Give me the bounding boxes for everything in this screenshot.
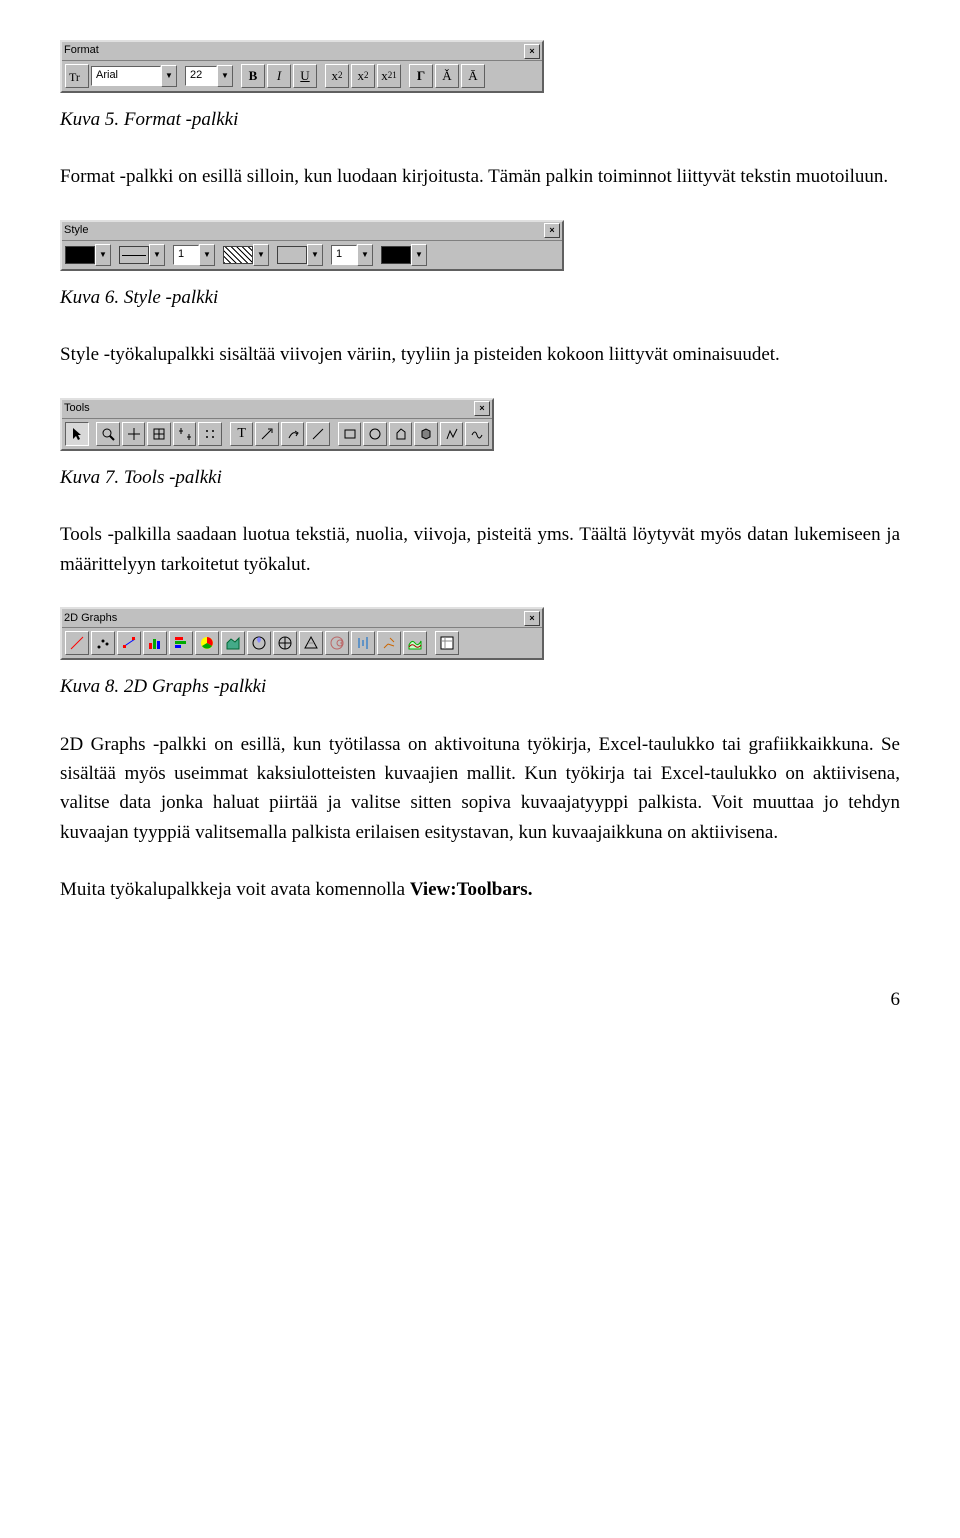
font-size-field[interactable]: 22	[185, 66, 217, 86]
paragraph-final: Muita työkalupalkkeja voit avata komenno…	[60, 875, 900, 904]
tools-titlebar[interactable]: Tools ×	[62, 400, 492, 419]
line-graph-button[interactable]	[65, 631, 89, 655]
hilo-button[interactable]	[351, 631, 375, 655]
paragraph-format: Format -palkki on esillä silloin, kun lu…	[60, 162, 900, 191]
circle-tool-button[interactable]	[363, 422, 387, 446]
final-bold: View:Toolbars.	[410, 879, 533, 900]
format-title: Format	[64, 42, 99, 59]
close-icon[interactable]: ×	[544, 223, 560, 238]
tools-toolbar: Tools × T	[60, 398, 494, 451]
graphs-title: 2D Graphs	[64, 610, 117, 627]
svg-text:Tr: Tr	[69, 70, 80, 83]
close-icon[interactable]: ×	[474, 401, 490, 416]
style-titlebar[interactable]: Style ×	[62, 222, 562, 241]
caption-6: Kuva 6. Style -palkki	[60, 283, 900, 312]
column-graph-button[interactable]	[143, 631, 167, 655]
close-icon[interactable]: ×	[524, 44, 540, 59]
font-name-field[interactable]: Arial	[91, 66, 161, 86]
dropdown-icon[interactable]: ▼	[199, 244, 215, 266]
point-color-combo[interactable]: ▼	[381, 245, 427, 265]
paragraph-tools: Tools -palkilla saadaan luotua tekstiä, …	[60, 520, 900, 579]
page-number: 6	[60, 985, 900, 1014]
arrow-tool-button[interactable]	[255, 422, 279, 446]
line-style-combo[interactable]: ▼	[119, 245, 165, 265]
smith-chart-button[interactable]	[325, 631, 349, 655]
dropdown-icon[interactable]: ▼	[161, 65, 177, 87]
font-name-combo[interactable]: Arial ▼	[91, 66, 177, 86]
increase-font-button[interactable]: Ǎ	[435, 64, 459, 88]
caption-5: Kuva 5. Format -palkki	[60, 105, 900, 134]
line-width-field[interactable]: 1	[173, 245, 199, 265]
paragraph-style: Style -työkalupalkki sisältää viivojen v…	[60, 340, 900, 369]
data-selector-button[interactable]	[173, 422, 197, 446]
pie-graph-button[interactable]	[195, 631, 219, 655]
dropdown-icon[interactable]: ▼	[307, 244, 323, 266]
stack-line-button[interactable]	[273, 631, 297, 655]
font-size-combo[interactable]: 22 ▼	[185, 66, 233, 86]
ternary-graph-button[interactable]	[299, 631, 323, 655]
greek-button[interactable]: Γ	[409, 64, 433, 88]
dropdown-icon[interactable]: ▼	[95, 244, 111, 266]
dropdown-icon[interactable]: ▼	[149, 244, 165, 266]
fill-color-combo[interactable]: ▼	[277, 245, 323, 265]
fill-color-swatch	[277, 246, 307, 264]
final-text: Muita työkalupalkkeja voit avata komenno…	[60, 879, 410, 900]
polyline-tool-button[interactable]	[440, 422, 464, 446]
template-button[interactable]	[435, 631, 459, 655]
line-color-combo[interactable]: ▼	[65, 245, 111, 265]
text-tool-button[interactable]: T	[230, 422, 254, 446]
dropdown-icon[interactable]: ▼	[253, 244, 269, 266]
underline-button[interactable]: U	[293, 64, 317, 88]
bar-graph-button[interactable]	[169, 631, 193, 655]
subscript-button[interactable]: x2	[351, 64, 375, 88]
decrease-font-button[interactable]: Ā	[461, 64, 485, 88]
line-width-combo[interactable]: 1 ▼	[173, 245, 215, 265]
fill-pattern-swatch	[223, 246, 253, 264]
superscript-button[interactable]: x2	[325, 64, 349, 88]
format-titlebar[interactable]: Format ×	[62, 42, 542, 61]
scatter-graph-button[interactable]	[91, 631, 115, 655]
close-icon[interactable]: ×	[524, 611, 540, 626]
draw-data-button[interactable]	[198, 422, 222, 446]
format-toolbar: Format × Tr Arial ▼ 22 ▼ B I U x2 x2 x21…	[60, 40, 544, 93]
line-tool-button[interactable]	[306, 422, 330, 446]
font-preview-button[interactable]: Tr	[65, 64, 89, 88]
caption-8: Kuva 8. 2D Graphs -palkki	[60, 672, 900, 701]
point-size-field[interactable]: 1	[331, 245, 357, 265]
pointer-tool-button[interactable]	[65, 422, 89, 446]
graphs-toolbar: 2D Graphs ×	[60, 607, 544, 660]
freehand-tool-button[interactable]	[465, 422, 489, 446]
dropdown-icon[interactable]: ▼	[217, 65, 233, 87]
screen-reader-button[interactable]	[122, 422, 146, 446]
rectangle-tool-button[interactable]	[338, 422, 362, 446]
dropdown-icon[interactable]: ▼	[357, 244, 373, 266]
tools-title: Tools	[64, 400, 90, 417]
region-tool-button[interactable]	[414, 422, 438, 446]
dropdown-icon[interactable]: ▼	[411, 244, 427, 266]
point-color-swatch	[381, 246, 411, 264]
line-symbol-button[interactable]	[117, 631, 141, 655]
italic-button[interactable]: I	[267, 64, 291, 88]
zoom-tool-button[interactable]	[96, 422, 120, 446]
style-title: Style	[64, 222, 88, 239]
data-reader-button[interactable]	[147, 422, 171, 446]
vector-button[interactable]	[377, 631, 401, 655]
line-style-swatch	[119, 246, 149, 264]
caption-7: Kuva 7. Tools -palkki	[60, 463, 900, 492]
polar-graph-button[interactable]	[247, 631, 271, 655]
bold-button[interactable]: B	[241, 64, 265, 88]
supersub-button[interactable]: x21	[377, 64, 401, 88]
style-toolbar: Style × ▼ ▼ 1 ▼ ▼ ▼ 1	[60, 220, 564, 271]
fill-pattern-combo[interactable]: ▼	[223, 245, 269, 265]
curved-arrow-button[interactable]	[281, 422, 305, 446]
paragraph-graphs: 2D Graphs -palkki on esillä, kun työtila…	[60, 730, 900, 848]
area-graph-button[interactable]	[221, 631, 245, 655]
fill-area-button[interactable]	[403, 631, 427, 655]
polygon-tool-button[interactable]	[389, 422, 413, 446]
line-color-swatch	[65, 246, 95, 264]
graphs-titlebar[interactable]: 2D Graphs ×	[62, 609, 542, 628]
point-size-combo[interactable]: 1 ▼	[331, 245, 373, 265]
